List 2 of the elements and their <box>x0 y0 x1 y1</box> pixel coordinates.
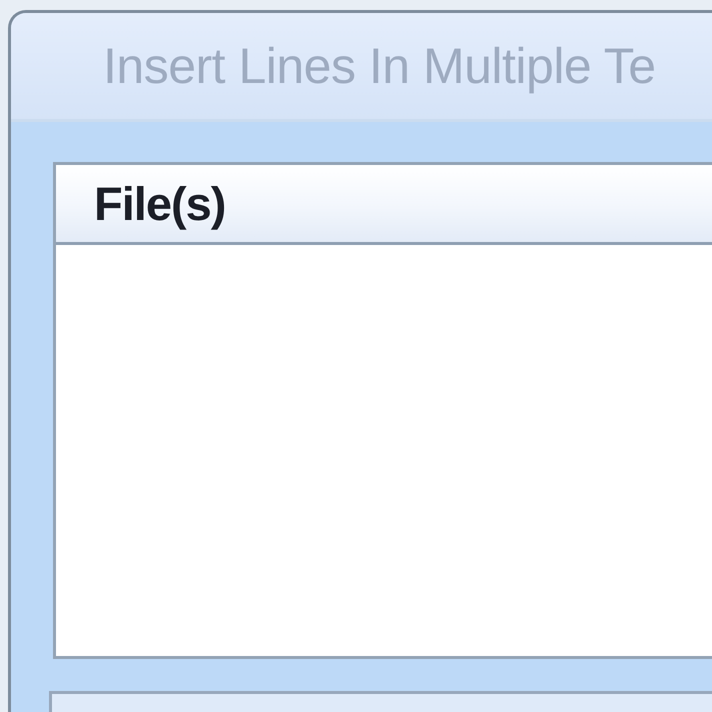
file-list[interactable]: File(s) <box>53 162 712 659</box>
window-title: Insert Lines In Multiple Te <box>103 37 656 95</box>
